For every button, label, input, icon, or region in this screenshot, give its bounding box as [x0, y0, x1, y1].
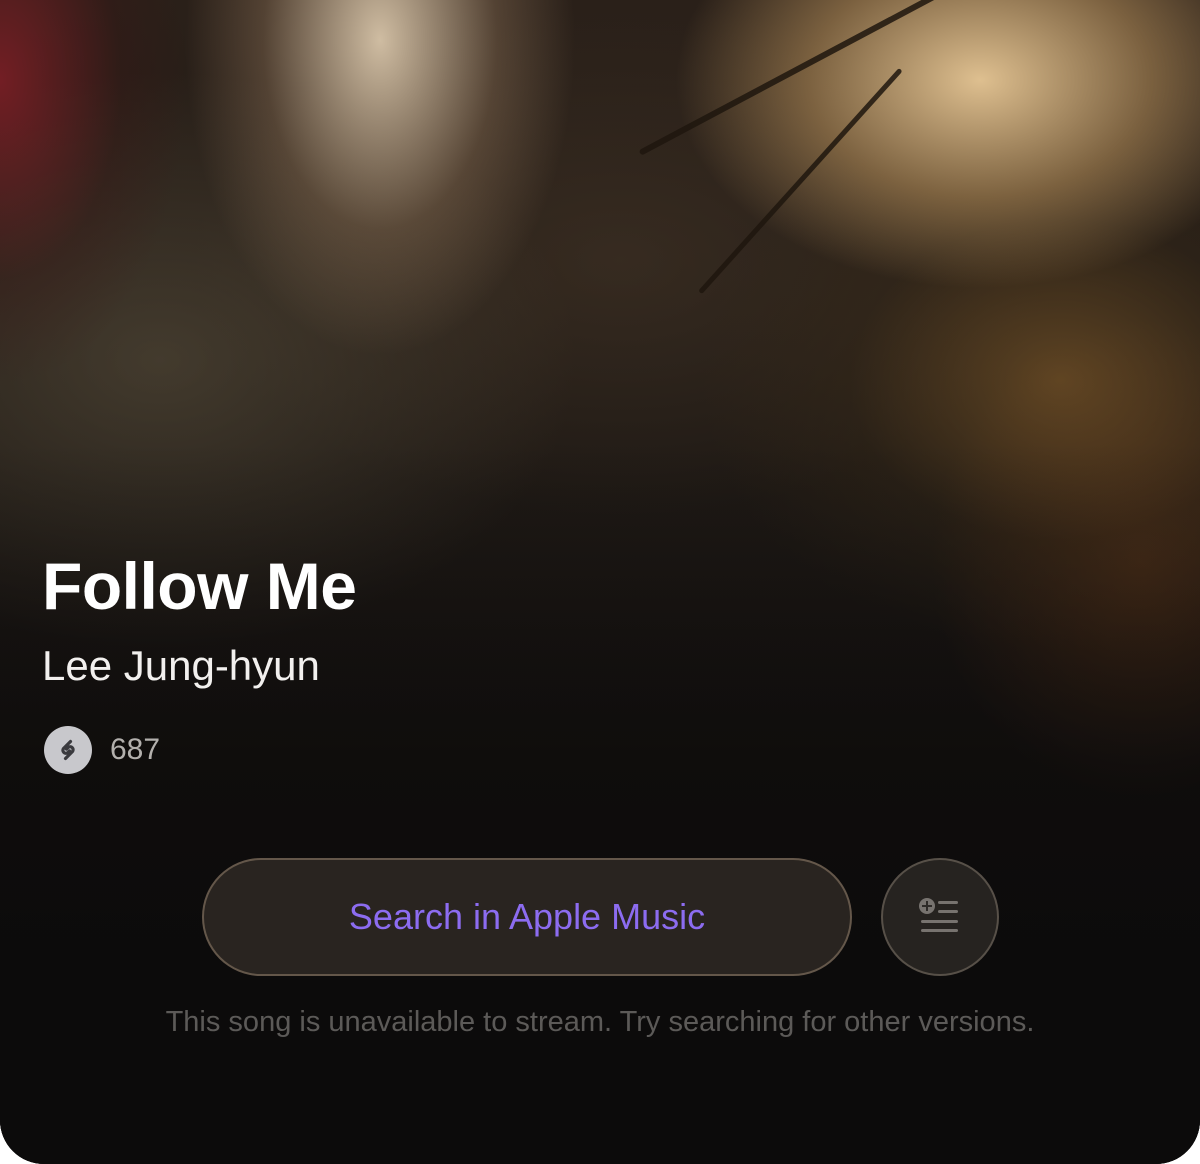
search-apple-music-label: Search in Apple Music	[348, 896, 706, 937]
add-to-queue-button[interactable]	[881, 858, 999, 976]
unavailable-notice: This song is unavailable to stream. Try …	[165, 1006, 1035, 1038]
add-to-queue-icon	[919, 898, 958, 932]
song-detail-screen: Follow Me Lee Jung-hyun 687 Search in Ap…	[0, 0, 1200, 1164]
song-title: Follow Me	[42, 549, 357, 623]
artist-name[interactable]: Lee Jung-hyun	[42, 642, 320, 690]
search-apple-music-button[interactable]: Search in Apple Music	[202, 858, 852, 976]
shazam-count-row: 687	[44, 726, 160, 774]
shazam-count: 687	[110, 733, 161, 766]
shazam-icon	[44, 726, 92, 774]
